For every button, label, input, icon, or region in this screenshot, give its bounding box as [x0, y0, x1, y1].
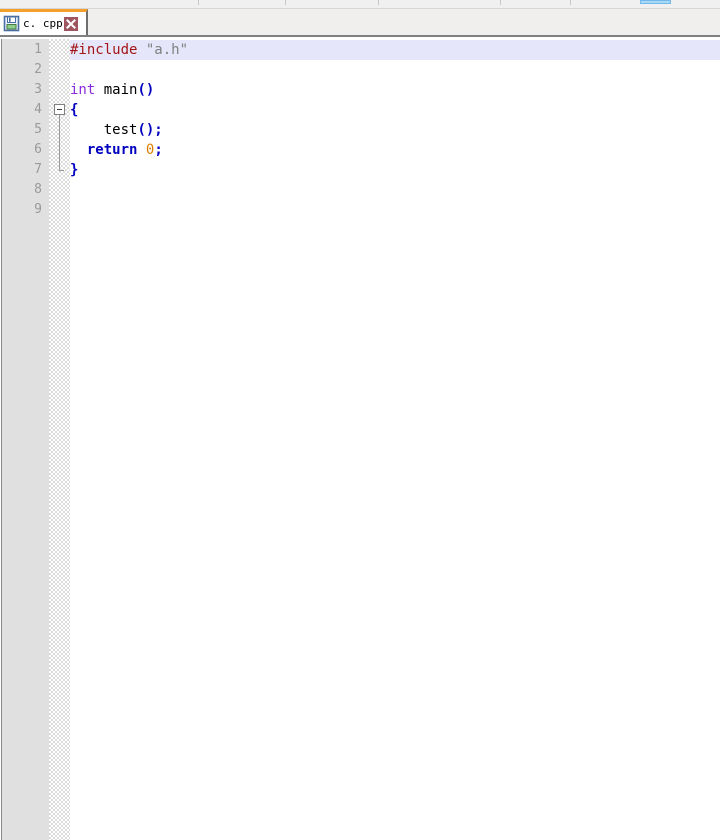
code-line[interactable]: 6 return 0;: [0, 140, 720, 160]
code-line-text: test();: [70, 120, 163, 140]
code-editor[interactable]: 1 #include "a.h" 2 3 int main() 4{5 test(); 6 …: [0, 39, 720, 840]
code-line-text: {: [70, 100, 78, 120]
toolbar-separator: [500, 0, 501, 5]
code-line[interactable]: 9: [0, 200, 720, 220]
code-line[interactable]: 1 #include "a.h": [0, 40, 720, 60]
editor-window: c. cpp 1 #include "a.h" 2 3 int main() 4{5 te…: [0, 0, 720, 840]
code-token: return: [86, 142, 138, 158]
code-line[interactable]: 7}: [0, 160, 720, 180]
code-line[interactable]: 2: [0, 60, 720, 80]
code-line[interactable]: 5 test();: [0, 120, 720, 140]
code-line-text: int main(): [70, 80, 154, 100]
floppy-disk-save-icon: [3, 15, 20, 32]
code-line[interactable]: 4{: [0, 100, 720, 120]
line-number: 3: [34, 82, 42, 97]
line-number: 7: [34, 162, 42, 177]
code-token: "a.h": [145, 42, 189, 58]
tab-bar: c. cpp: [0, 9, 720, 37]
code-line-text: }: [70, 160, 78, 180]
line-number: 8: [34, 182, 42, 197]
code-token: {: [70, 102, 79, 118]
line-number: 2: [34, 62, 42, 77]
code-line[interactable]: 8: [0, 180, 720, 200]
toolbar-selected-button[interactable]: [640, 0, 671, 4]
line-number: 6: [34, 142, 42, 157]
tab-c-cpp[interactable]: c. cpp: [0, 9, 88, 35]
toolbar-separator: [198, 0, 199, 5]
code-token: ;: [154, 142, 163, 158]
tab-label: c. cpp: [23, 17, 63, 30]
code-token: ();: [137, 122, 163, 138]
line-number: 4: [34, 102, 42, 117]
fold-range-end: [59, 170, 64, 171]
code-token: int: [70, 82, 96, 98]
code-token: }: [70, 162, 79, 178]
fold-range-line: [59, 115, 60, 170]
code-token: test: [70, 122, 138, 138]
toolbar-separator: [378, 0, 379, 5]
close-x-icon[interactable]: [63, 16, 78, 31]
code-line-text: #include "a.h": [70, 40, 188, 60]
line-number: 9: [34, 202, 42, 217]
code-token: #include: [70, 42, 138, 58]
line-number: 5: [34, 122, 42, 137]
toolbar-separator: [570, 0, 571, 5]
toolbar-separator: [285, 0, 286, 5]
code-line-text: return 0;: [70, 140, 163, 160]
code-token: main: [103, 82, 138, 98]
code-line[interactable]: 3 int main(): [0, 80, 720, 100]
fold-minus-icon[interactable]: [54, 104, 65, 115]
line-number: 1: [34, 42, 42, 57]
toolbar-strip: [0, 0, 720, 9]
code-token: (): [137, 82, 155, 98]
